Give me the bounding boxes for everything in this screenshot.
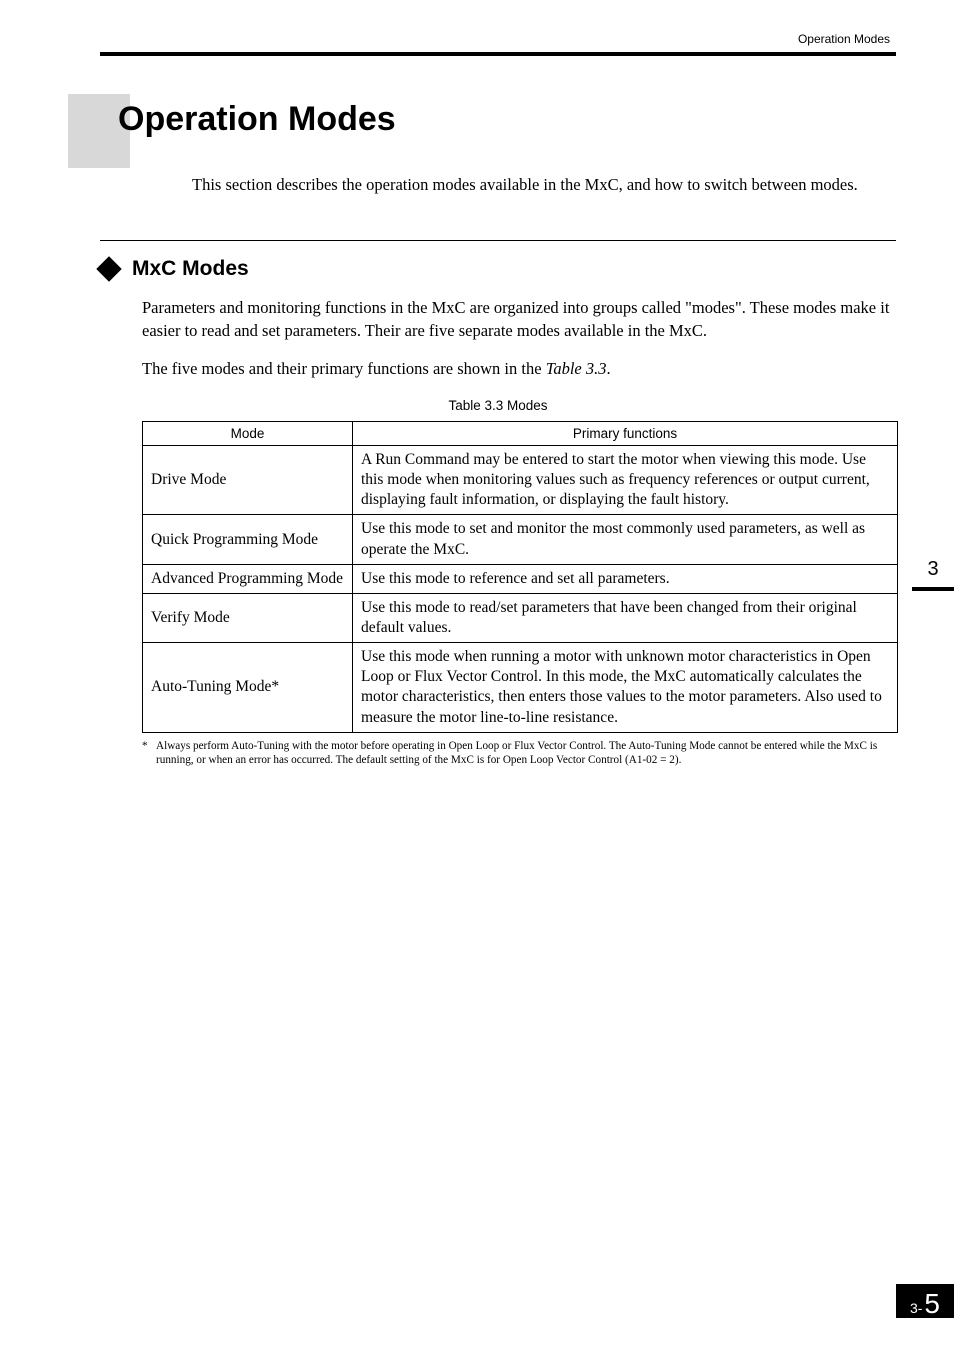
- function-cell: Use this mode to reference and set all p…: [353, 564, 898, 593]
- section-paragraph-2: The five modes and their primary functio…: [142, 358, 896, 380]
- mode-cell: Advanced Programming Mode: [143, 564, 353, 593]
- header-rule: [100, 52, 896, 56]
- running-header: Operation Modes: [100, 32, 896, 46]
- mode-cell: Auto-Tuning Mode*: [143, 643, 353, 733]
- function-cell: Use this mode to read/set parameters tha…: [353, 593, 898, 642]
- table-header-row: Mode Primary functions: [143, 422, 898, 446]
- footnote-marker: *: [142, 739, 156, 767]
- page: Operation Modes 3 Operation Modes This s…: [0, 0, 954, 1350]
- mode-cell: Drive Mode: [143, 446, 353, 515]
- side-chapter-tab: 3: [912, 558, 954, 591]
- function-cell: Use this mode when running a motor with …: [353, 643, 898, 733]
- section-heading-row: MxC Modes: [100, 257, 896, 281]
- table-caption: Table 3.3 Modes: [100, 398, 896, 413]
- section-paragraph-1: Parameters and monitoring functions in t…: [142, 297, 896, 342]
- modes-table: Mode Primary functions Drive Mode A Run …: [142, 421, 898, 733]
- table-row: Quick Programming Mode Use this mode to …: [143, 515, 898, 564]
- p2-pre: The five modes and their primary functio…: [142, 359, 546, 378]
- table-header-mode: Mode: [143, 422, 353, 446]
- table-footnote: * Always perform Auto-Tuning with the mo…: [142, 739, 896, 767]
- page-title-block: Operation Modes: [100, 94, 896, 156]
- side-chapter-number: 3: [912, 558, 954, 581]
- table-row: Advanced Programming Mode Use this mode …: [143, 564, 898, 593]
- table-row: Verify Mode Use this mode to read/set pa…: [143, 593, 898, 642]
- side-chapter-bar: [912, 587, 954, 591]
- page-number-prefix: 3-: [910, 1300, 922, 1316]
- table-row: Drive Mode A Run Command may be entered …: [143, 446, 898, 515]
- mode-cell: Verify Mode: [143, 593, 353, 642]
- section-rule: [100, 240, 896, 241]
- p2-post: .: [607, 359, 611, 378]
- intro-paragraph: This section describes the operation mod…: [192, 174, 896, 196]
- section-heading: MxC Modes: [132, 257, 249, 281]
- diamond-bullet-icon: [96, 257, 121, 282]
- table-header-functions: Primary functions: [353, 422, 898, 446]
- mode-cell: Quick Programming Mode: [143, 515, 353, 564]
- page-number-badge: 3-5: [896, 1284, 954, 1318]
- running-header-text: Operation Modes: [798, 32, 890, 46]
- page-number: 5: [924, 1288, 940, 1320]
- page-title: Operation Modes: [118, 94, 396, 139]
- footnote-text: Always perform Auto-Tuning with the moto…: [156, 739, 896, 767]
- function-cell: A Run Command may be entered to start th…: [353, 446, 898, 515]
- p2-emphasis: Table 3.3: [546, 359, 607, 378]
- function-cell: Use this mode to set and monitor the mos…: [353, 515, 898, 564]
- table-row: Auto-Tuning Mode* Use this mode when run…: [143, 643, 898, 733]
